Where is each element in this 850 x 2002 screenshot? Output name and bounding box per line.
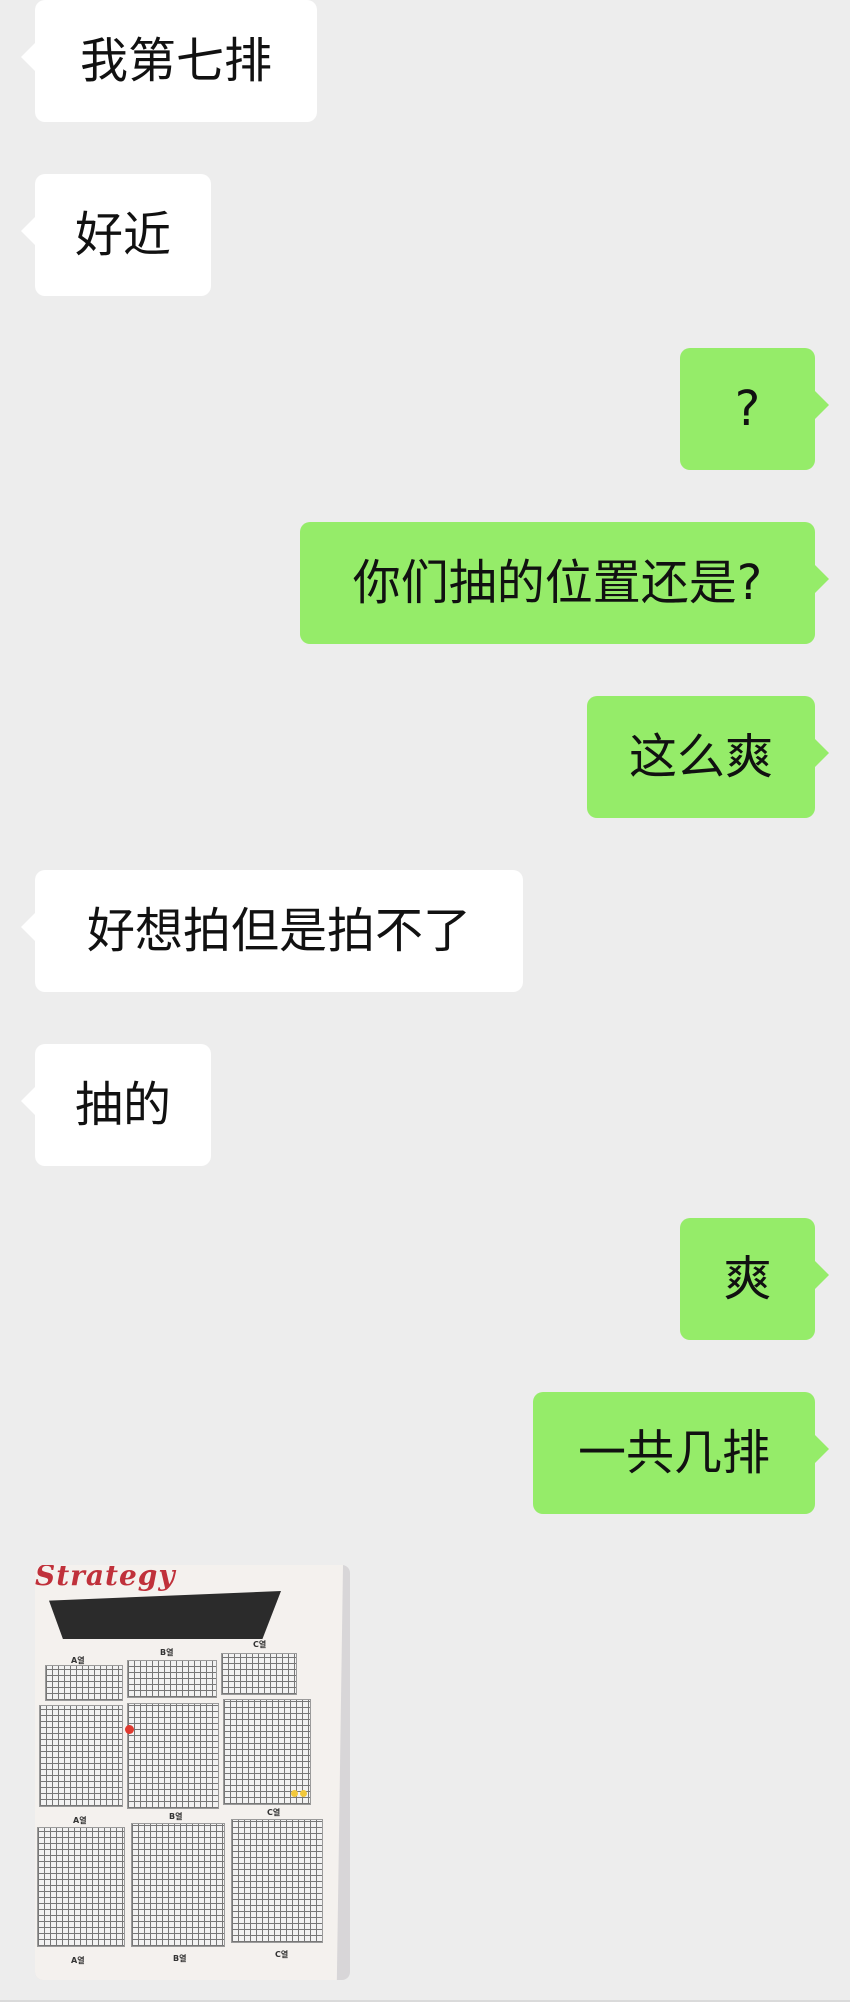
message-text: 好想拍但是拍不了 (86, 903, 471, 959)
incoming-message-bubble[interactable]: 我第七排 (21, 0, 317, 122)
highlight-seat-marker (300, 1790, 307, 1797)
seat-block (231, 1819, 323, 1943)
seat-block (223, 1699, 311, 1805)
message-text: 我第七排 (79, 33, 272, 89)
seat-block (39, 1705, 123, 1807)
seat-block (37, 1827, 125, 1947)
section-label: B열 (160, 1648, 174, 1657)
incoming-message-bubble[interactable]: 好想拍但是拍不了 (21, 870, 523, 992)
bubble-tail (814, 1434, 829, 1464)
section-label: A열 (73, 1816, 87, 1825)
outgoing-message-bubble[interactable]: 一共几排 (533, 1392, 829, 1514)
bubble-tail (21, 42, 36, 72)
bubble-tail (814, 1260, 829, 1290)
outgoing-message-bubble[interactable]: 爽 (680, 1218, 829, 1340)
seat-block (127, 1660, 217, 1698)
incoming-message-bubble[interactable]: 抽的 (21, 1044, 211, 1166)
section-label: B열 (169, 1812, 183, 1821)
bubble-tail (21, 216, 36, 246)
message-text: 爽 (723, 1251, 772, 1307)
message-text: 好近 (74, 207, 171, 263)
highlight-seat-marker (291, 1790, 298, 1797)
image-message-seat-map[interactable]: Strategy A열 B열 C열 A열 B열 C열 A열 B열 C열 (35, 1565, 350, 1980)
bubble-tail (814, 390, 829, 420)
seat-map-sheet: Strategy A열 B열 C열 A열 B열 C열 A열 B열 C열 (35, 1565, 343, 1980)
section-label: C열 (253, 1640, 267, 1649)
seat-block (45, 1665, 123, 1701)
incoming-message-bubble[interactable]: 好近 (21, 174, 211, 296)
outgoing-message-bubble[interactable]: ? (680, 348, 829, 470)
bubble-tail (814, 738, 829, 768)
seat-block (127, 1703, 219, 1809)
selected-seat-marker (125, 1725, 134, 1734)
bubble-tail (21, 912, 36, 942)
outgoing-message-bubble[interactable]: 这么爽 (587, 696, 829, 818)
message-text: 一共几排 (577, 1425, 770, 1481)
section-label: C열 (275, 1950, 289, 1959)
message-text: 抽的 (74, 1077, 171, 1133)
section-label: A열 (71, 1956, 85, 1965)
stage-block (49, 1591, 281, 1639)
section-label: C열 (267, 1808, 281, 1817)
bubble-tail (21, 1086, 36, 1116)
seat-block (131, 1823, 225, 1947)
seat-block (221, 1653, 297, 1695)
section-label: B열 (173, 1954, 187, 1963)
message-text: 你们抽的位置还是? (352, 555, 763, 611)
brand-logo-text: Strategy (35, 1565, 176, 1592)
message-text: 这么爽 (628, 729, 773, 785)
bubble-tail (814, 564, 829, 594)
outgoing-message-bubble[interactable]: 你们抽的位置还是? (300, 522, 829, 644)
message-text: ? (734, 381, 761, 437)
